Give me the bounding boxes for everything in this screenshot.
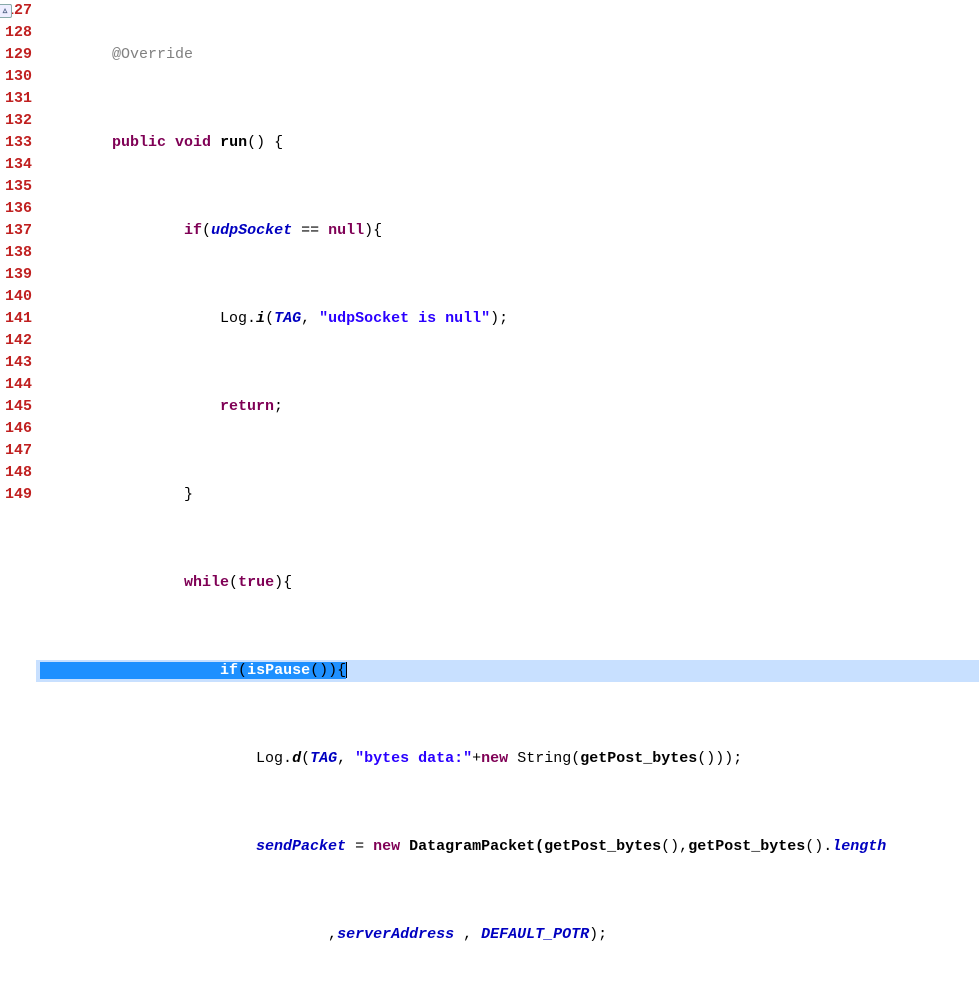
code-line[interactable]: return; bbox=[36, 396, 979, 418]
line-number: 134 bbox=[0, 154, 32, 176]
line-number: 141 bbox=[0, 308, 32, 330]
line-number: 140 bbox=[0, 286, 32, 308]
line-number: ▵127 bbox=[0, 0, 32, 22]
code-line[interactable]: if(udpSocket == null){ bbox=[36, 220, 979, 242]
line-number: 129 bbox=[0, 44, 32, 66]
line-number: 131 bbox=[0, 88, 32, 110]
code-line[interactable]: ,serverAddress , DEFAULT_POTR); bbox=[36, 924, 979, 946]
line-number: 137 bbox=[0, 220, 32, 242]
code-line[interactable]: sendPacket = new DatagramPacket(getPost_… bbox=[36, 836, 979, 858]
line-number: 143 bbox=[0, 352, 32, 374]
line-number: 136 bbox=[0, 198, 32, 220]
line-number: 142 bbox=[0, 330, 32, 352]
code-line[interactable]: } bbox=[36, 484, 979, 506]
line-number: 146 bbox=[0, 418, 32, 440]
line-number: 148 bbox=[0, 462, 32, 484]
code-line[interactable]: Log.d(TAG, "bytes data:"+new String(getP… bbox=[36, 748, 979, 770]
line-number-gutter: ▵127 128 129 130 131 132 133 134 135 136… bbox=[0, 0, 36, 504]
line-number: 149 bbox=[0, 484, 32, 506]
code-area[interactable]: @Override public void run() { if(udpSock… bbox=[36, 0, 979, 504]
code-line[interactable]: while(true){ bbox=[36, 572, 979, 594]
line-number: 135 bbox=[0, 176, 32, 198]
line-number: 147 bbox=[0, 440, 32, 462]
line-number: 133 bbox=[0, 132, 32, 154]
code-editor[interactable]: ▵127 128 129 130 131 132 133 134 135 136… bbox=[0, 0, 979, 504]
code-line[interactable]: Log.i(TAG, "udpSocket is null"); bbox=[36, 308, 979, 330]
line-number: 132 bbox=[0, 110, 32, 132]
line-number: 139 bbox=[0, 264, 32, 286]
code-line[interactable]: public void run() { bbox=[36, 132, 979, 154]
override-marker-icon: ▵ bbox=[0, 4, 12, 18]
line-number: 138 bbox=[0, 242, 32, 264]
code-line-current[interactable]: if(isPause()){ bbox=[36, 660, 979, 682]
line-number: 145 bbox=[0, 396, 32, 418]
text-caret bbox=[346, 662, 347, 678]
code-line[interactable]: @Override bbox=[36, 44, 979, 66]
line-number: 144 bbox=[0, 374, 32, 396]
line-number: 130 bbox=[0, 66, 32, 88]
line-number: 128 bbox=[0, 22, 32, 44]
